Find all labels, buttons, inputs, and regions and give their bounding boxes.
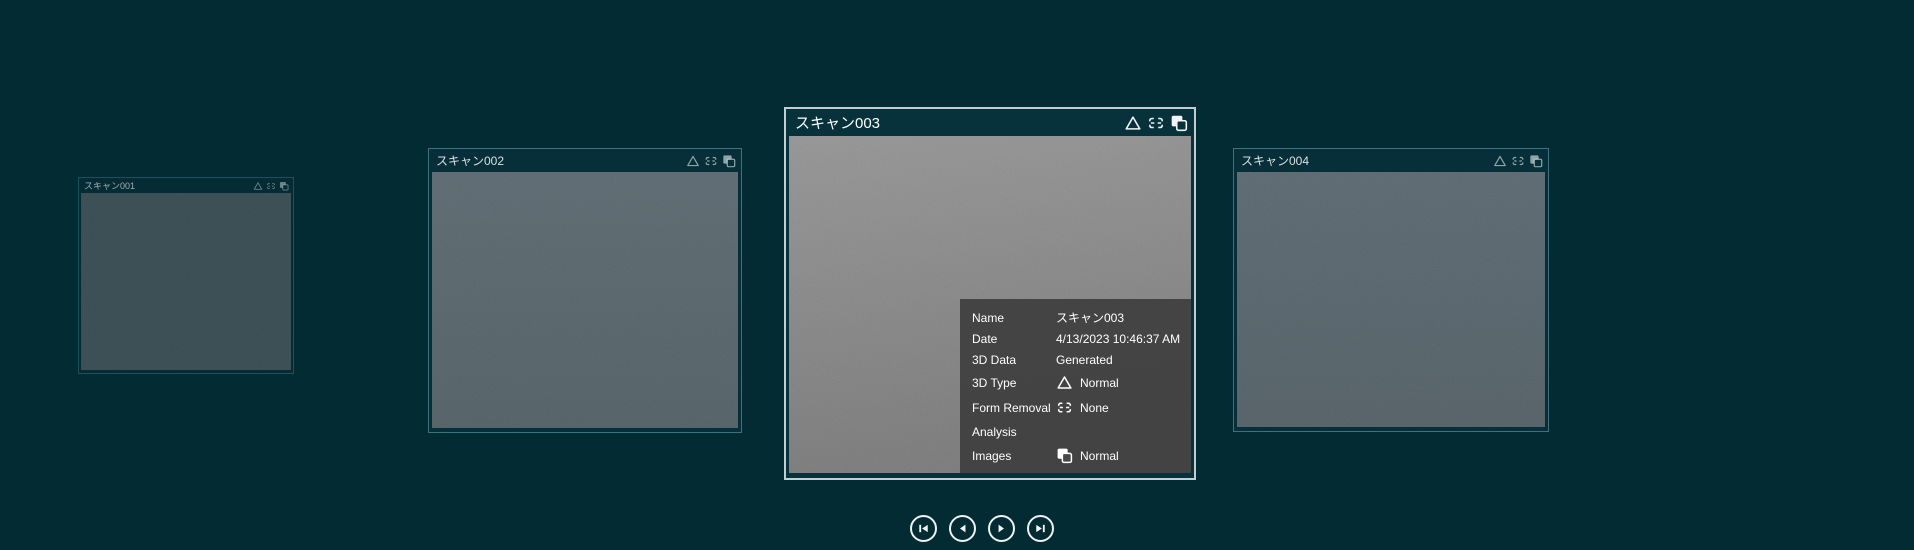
card-status-icons xyxy=(686,154,736,168)
scan-card-003[interactable]: スキャン003 Name スキャン003 Date 4/13/2023 10:4… xyxy=(784,107,1196,480)
info-value: None xyxy=(1056,399,1109,416)
scan-info-panel: Name スキャン003 Date 4/13/2023 10:46:37 AM … xyxy=(960,299,1191,473)
previous-button[interactable] xyxy=(949,515,976,542)
info-row-images: Images Normal xyxy=(972,443,1191,468)
info-row-analysis: Analysis xyxy=(972,420,1191,443)
next-icon xyxy=(998,524,1004,533)
scan-thumbnail-image xyxy=(1237,172,1545,427)
info-row-date: Date 4/13/2023 10:46:37 AM xyxy=(972,328,1191,349)
info-label: Name xyxy=(972,310,1005,325)
info-value: Generated xyxy=(1056,352,1113,367)
scan-thumbnail-image xyxy=(432,172,738,428)
scan-carousel-screen: スキャン001 スキャン002 スキャン003 Name スキャン003 Dat… xyxy=(0,0,1914,550)
skip-to-first-icon xyxy=(919,524,928,533)
skip-to-last-icon xyxy=(1036,524,1045,533)
card-title: スキャン002 xyxy=(436,154,505,168)
scan-card-004[interactable]: スキャン004 xyxy=(1233,148,1549,432)
card-status-icons xyxy=(1124,114,1188,132)
info-row-name: Name スキャン003 xyxy=(972,307,1191,328)
card-header: スキャン003 xyxy=(786,109,1194,136)
scan-thumbnail-image xyxy=(81,193,291,370)
triangle-icon xyxy=(1057,376,1072,389)
card-header: スキャン002 xyxy=(429,149,741,172)
info-label: Analysis xyxy=(972,424,1017,439)
previous-icon xyxy=(960,524,966,533)
info-value: スキャン003 xyxy=(1056,311,1125,325)
images-icon xyxy=(279,181,289,190)
scan-thumbnail xyxy=(1237,172,1545,427)
card-status-icons xyxy=(1493,154,1543,168)
last-button[interactable] xyxy=(1027,515,1054,542)
info-label: 3D Type xyxy=(972,375,1017,390)
form-removal-icon xyxy=(1149,117,1163,128)
info-label: 3D Data xyxy=(972,352,1017,367)
info-row-form-removal: Form Removal None xyxy=(972,395,1191,420)
card-header: スキャン001 xyxy=(79,178,293,193)
card-status-icons xyxy=(253,181,289,191)
form-removal-icon xyxy=(267,182,275,189)
carousel-navigation xyxy=(910,515,1054,542)
card-title: スキャン001 xyxy=(84,181,136,191)
form-removal-icon xyxy=(1512,156,1524,165)
form-removal-icon xyxy=(705,156,717,165)
form-removal-icon xyxy=(1057,402,1072,413)
info-row-3d-type: 3D Type Normal xyxy=(972,370,1191,395)
scan-card-002[interactable]: スキャン002 xyxy=(428,148,742,433)
images-icon xyxy=(723,154,736,167)
info-label: Date xyxy=(972,331,998,346)
images-icon xyxy=(1171,115,1188,131)
info-row-3d-data: 3D Data Generated xyxy=(972,349,1191,370)
3d-type-triangle-icon xyxy=(1125,115,1141,130)
info-value: Normal xyxy=(1056,374,1119,391)
card-header: スキャン004 xyxy=(1234,149,1548,172)
scan-card-001[interactable]: スキャン001 xyxy=(78,177,294,374)
next-button[interactable] xyxy=(988,515,1015,542)
3d-type-triangle-icon xyxy=(253,181,263,190)
scan-thumbnail: Name スキャン003 Date 4/13/2023 10:46:37 AM … xyxy=(789,136,1191,473)
card-title: スキャン004 xyxy=(1241,154,1310,168)
info-value: Normal xyxy=(1056,447,1119,464)
info-value: 4/13/2023 10:46:37 AM xyxy=(1056,331,1181,346)
info-label: Images xyxy=(972,448,1012,463)
3d-type-triangle-icon xyxy=(687,155,699,166)
info-label: Form Removal xyxy=(972,400,1051,415)
scan-thumbnail xyxy=(432,172,738,428)
first-button[interactable] xyxy=(910,515,937,542)
card-title: スキャン003 xyxy=(795,115,881,132)
3d-type-triangle-icon xyxy=(1494,155,1506,166)
images-icon xyxy=(1530,154,1543,167)
scan-thumbnail xyxy=(81,193,291,370)
images-icon xyxy=(1057,448,1073,464)
